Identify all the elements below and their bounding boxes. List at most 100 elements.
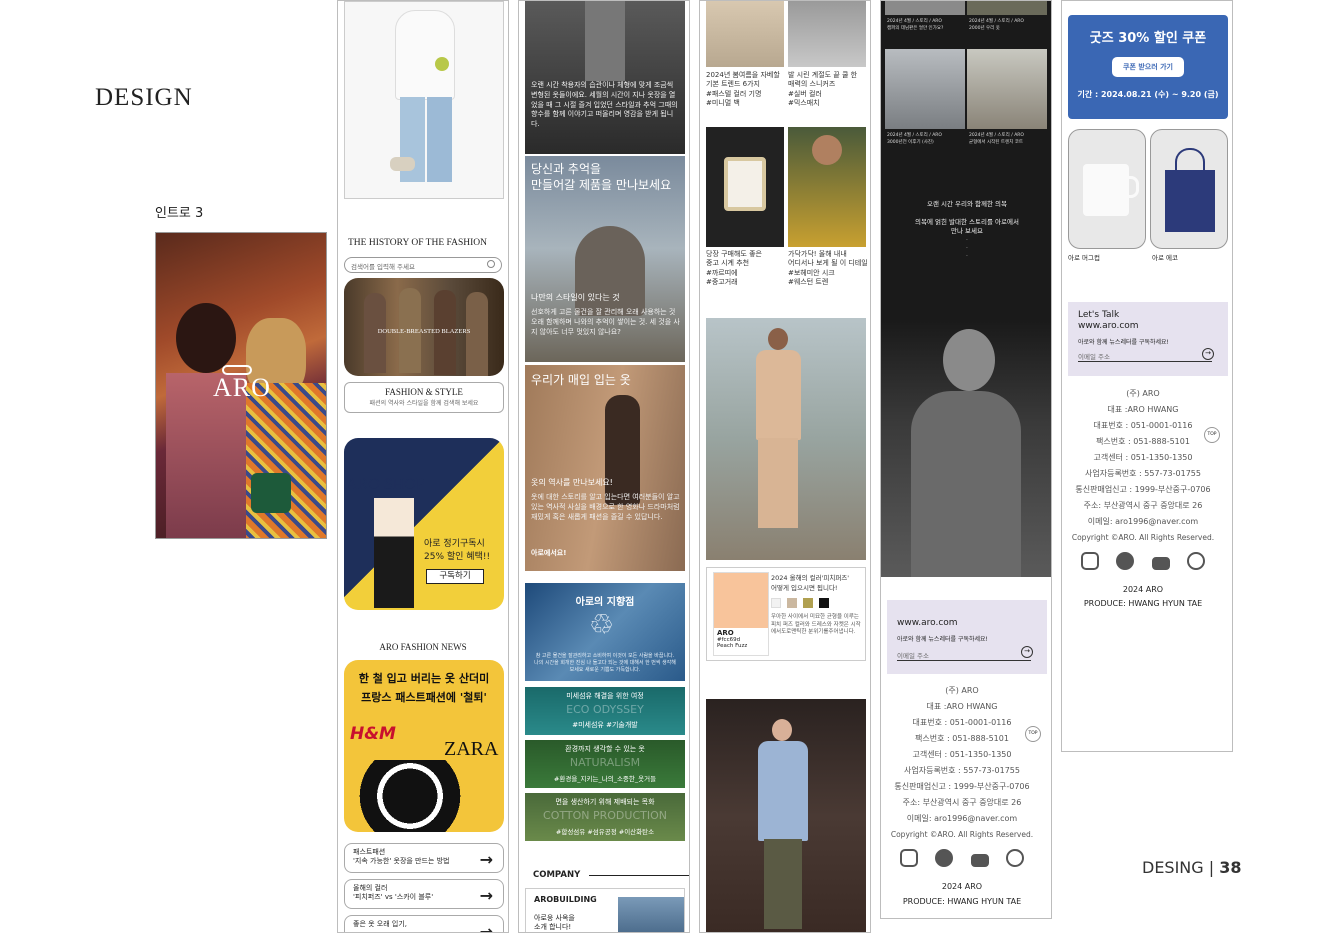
- arob-sub2: 소개 합니다!: [534, 923, 572, 931]
- footer-producer: PRODUCE: HWANG HYUN TAE: [902, 897, 1022, 906]
- page-number: 38: [1219, 858, 1242, 877]
- news-item[interactable]: 올해의 컬러 '피치퍼즈' vs '스카이 블루' →: [344, 879, 504, 909]
- fashion-style-card[interactable]: FASHION & STYLE 패션의 역사와 스타일을 함께 검색해 보세요: [344, 382, 504, 413]
- news-item-a: 올해의 컬러: [353, 884, 388, 892]
- email-input[interactable]: 이메일 주소: [1078, 348, 1212, 362]
- news-item[interactable]: 패스트패션 '지속 가능한' 옷장을 만드는 방법 →: [344, 843, 504, 873]
- footer-year: 2024 ARO: [1122, 585, 1164, 594]
- shop-sub1: 아로 정기구독시: [424, 539, 485, 549]
- subscribe-button[interactable]: 구독하기: [426, 569, 484, 584]
- direction-text: 참 고른 물건을 잘관리하고 소비하여 이것이 모든 사람을 바꿉니다. 나의 …: [534, 653, 676, 673]
- top-button[interactable]: TOP: [1025, 726, 1041, 742]
- story-panel-1: 오랜 시간 착용자의 습관이나 체형에 맞게 조금씩 변형된 옷들이에요. 세월…: [525, 1, 685, 154]
- shop-title: ARO SHOP: [346, 476, 425, 493]
- submit-arrow-icon[interactable]: →: [1202, 348, 1214, 360]
- naturalism-banner[interactable]: 환경까지 생각할 수 있는 옷 NATURALISM #환경을_지키는_나의_소…: [525, 740, 685, 788]
- outfit-image: [344, 1, 504, 199]
- story-sub-2: 나만의 스타일이 있다는 것: [531, 293, 620, 302]
- search-icon[interactable]: [487, 260, 495, 268]
- page-title: DESIGN: [95, 84, 193, 111]
- story-title-2b: 만들어갈 제품을 만나보세요: [531, 178, 672, 192]
- story-end-3: 아로에서요!: [531, 549, 567, 557]
- messenger-icon[interactable]: [1005, 849, 1024, 867]
- coupon-title: 굿즈 30% 할인 쿠폰: [1089, 31, 1207, 46]
- newsletter-text: 아로와 함께 뉴스레터를 구독하세요!: [897, 636, 988, 643]
- column-trends: 2024년 봄여름을 자베할 기본 트렌드 6가지 #패스텔 컬러 기명 #미니멀 백…: [699, 0, 871, 933]
- mug-card[interactable]: [1068, 129, 1146, 249]
- color-chip: [771, 598, 781, 608]
- hm-logo: H&M: [350, 724, 396, 744]
- goods-label-mug: 아로 머그컵: [1068, 254, 1100, 262]
- column-history: THE HISTORY OF THE FASHION 검색어를 입력해 주세요 …: [337, 0, 509, 933]
- company-info: (주) ARO 대표 :ARO HWANG 대표번호 : 051-0001-01…: [890, 686, 1034, 839]
- history-title: THE HISTORY OF THE FASHION: [348, 238, 487, 248]
- instagram-icon[interactable]: [900, 849, 919, 867]
- talk-icon[interactable]: [1116, 552, 1135, 570]
- cot-tag: #합성섬유 #섬유공정 #이산화탄소: [555, 828, 655, 836]
- archive-image[interactable]: [885, 49, 965, 129]
- story-sub-3: 옷의 역사를 만나보세요!: [531, 478, 613, 487]
- newsletter-title: Let's Talk: [1078, 310, 1120, 320]
- news-poster[interactable]: 한 철 입고 버리는 옷 산더미 프랑스 패스트패션에 '철퇴' H&M ZAR…: [344, 660, 504, 832]
- coupon-banner[interactable]: 굿즈 30% 할인 쿠폰 쿠폰 받으러 가기 기간 : 2024.08.21 (…: [1068, 15, 1228, 119]
- runway-image-1[interactable]: [706, 318, 866, 560]
- archive-image[interactable]: [967, 49, 1047, 129]
- nat-mid: NATURALISM: [569, 756, 641, 769]
- newsletter-text: 아로와 함께 뉴스레터를 구독하세요!: [1078, 339, 1169, 346]
- trend-image-2[interactable]: [788, 1, 866, 67]
- quote-line-3: 만나 보세요: [951, 227, 983, 235]
- shop-sub2: 25% 할인 혜택!!: [424, 552, 491, 562]
- coupon-button[interactable]: 쿠폰 받으러 가기: [1112, 57, 1184, 77]
- story-panel-3: 우리가 매입 입는 옷 옷의 역사를 만나보세요! 옷에 대한 스토리를 알고 …: [525, 365, 685, 571]
- top-button[interactable]: TOP: [1204, 427, 1220, 443]
- cotton-banner[interactable]: 면을 생산하기 위해 제배되는 목화 COTTON PRODUCTION #합성…: [525, 793, 685, 841]
- zara-logo: ZARA: [444, 738, 499, 760]
- trend-caption-1: 2024년 봄여름을 자베할 기본 트렌드 6가지 #패스텔 컬러 기명 #미니멀 백: [706, 71, 780, 108]
- poster-line2: 프랑스 패스트패션에 '철퇴': [361, 691, 487, 704]
- swatch-name: Peach Fuzz: [717, 643, 748, 649]
- archive-image[interactable]: [967, 1, 1047, 15]
- archive-image[interactable]: [885, 1, 965, 15]
- archive-caption: 2024년 4월 / 스토리 / ARO 3000년전 이후기 (사진): [887, 133, 942, 146]
- newsletter-url: www.aro.com: [897, 618, 958, 628]
- eco-bag-card[interactable]: [1150, 129, 1228, 249]
- nat-tag: #환경을_지키는_나의_소중한_옷거들: [553, 775, 657, 783]
- email-input[interactable]: 이메일 주소: [897, 647, 1031, 661]
- peach-swatch: ARO #fcc69d Peach Fuzz: [713, 572, 769, 656]
- poster-line1: 한 철 입고 버리는 옷 산더미: [358, 672, 490, 685]
- messenger-icon[interactable]: [1186, 552, 1205, 570]
- aro-shop-banner[interactable]: ARO SHOP 아로 정기구독시 25% 할인 혜택!! 구독하기: [344, 438, 504, 610]
- archive-caption: 2024년 4월 / 스토리 / ARO 2000년 우리 옷: [969, 19, 1024, 32]
- news-item-b: '피치퍼즈' vs '스카이 블루': [353, 893, 434, 902]
- goods-label-eco: 아로 에코: [1152, 254, 1178, 262]
- instagram-icon[interactable]: [1081, 552, 1100, 570]
- blazers-card[interactable]: DOUBLE-BREASTED BLAZERS: [344, 278, 504, 376]
- story-panel-2: 당신과 추억을 만들어갈 제품을 만나보세요 나만의 스타일이 있다는 것 선호…: [525, 156, 685, 362]
- search-input[interactable]: 검색어를 입력해 주세요: [344, 257, 502, 273]
- eco-mid: ECO ODYSSEY: [566, 703, 644, 716]
- youtube-icon[interactable]: [970, 854, 989, 867]
- watch-image[interactable]: [706, 127, 784, 247]
- archive-caption: 2024년 4월 / 스토리 / ARO 균형에서 시작된 트렌치 코트: [969, 133, 1024, 146]
- portrait-image[interactable]: [881, 321, 1051, 577]
- aro-direction-card[interactable]: 아로의 지향점 ♲ 참 고른 물건을 잘관리하고 소비하여 이것이 모든 사람을…: [525, 583, 685, 681]
- runway-image-2[interactable]: [706, 699, 866, 932]
- fringe-image[interactable]: [788, 127, 866, 247]
- arrow-right-icon: →: [479, 886, 493, 905]
- trend-image-1[interactable]: [706, 1, 784, 67]
- arobuilding-card[interactable]: AROBUILDING 아로웅 사옥을 소개 합니다!: [525, 888, 685, 932]
- blazers-label: DOUBLE-BREASTED BLAZERS: [377, 328, 471, 335]
- archive-caption: 2024년 4월 / 스토리 / ARO 캠퍼의 데님판은 얼만 인가요?: [887, 19, 944, 32]
- company-info: (주) ARO 대표 :ARO HWANG 대표번호 : 051-0001-01…: [1071, 389, 1215, 542]
- color-text: 우아한 사이에서 미묘한 균형을 이루는 피치 퍼즈 컬러와 드레스와 자켓은 …: [771, 614, 861, 636]
- youtube-icon[interactable]: [1151, 557, 1170, 570]
- news-item[interactable]: 좋은 옷 오래 입기, →: [344, 915, 504, 932]
- news-item-a: 패스트패션: [353, 848, 386, 856]
- submit-arrow-icon[interactable]: →: [1021, 646, 1033, 658]
- trend-caption-3: 당장 구매해도 좋은 중고 시계 추천 #까르띠에 #중고거래: [706, 250, 762, 287]
- eco-banner[interactable]: 미세섬유 해결을 위한 여정 ECO ODYSSEY #미세섬유 #기술개발: [525, 687, 685, 735]
- story-text-3: 옷에 대한 스토리를 알고 입는다면 여러분들이 알고 있는 역사적 사실을 배…: [531, 493, 680, 521]
- color-year: 2024 올해의 컬러'피치퍼즈': [771, 574, 850, 582]
- search-placeholder: 검색어를 입력해 주세요: [351, 263, 415, 271]
- talk-icon[interactable]: [935, 849, 954, 867]
